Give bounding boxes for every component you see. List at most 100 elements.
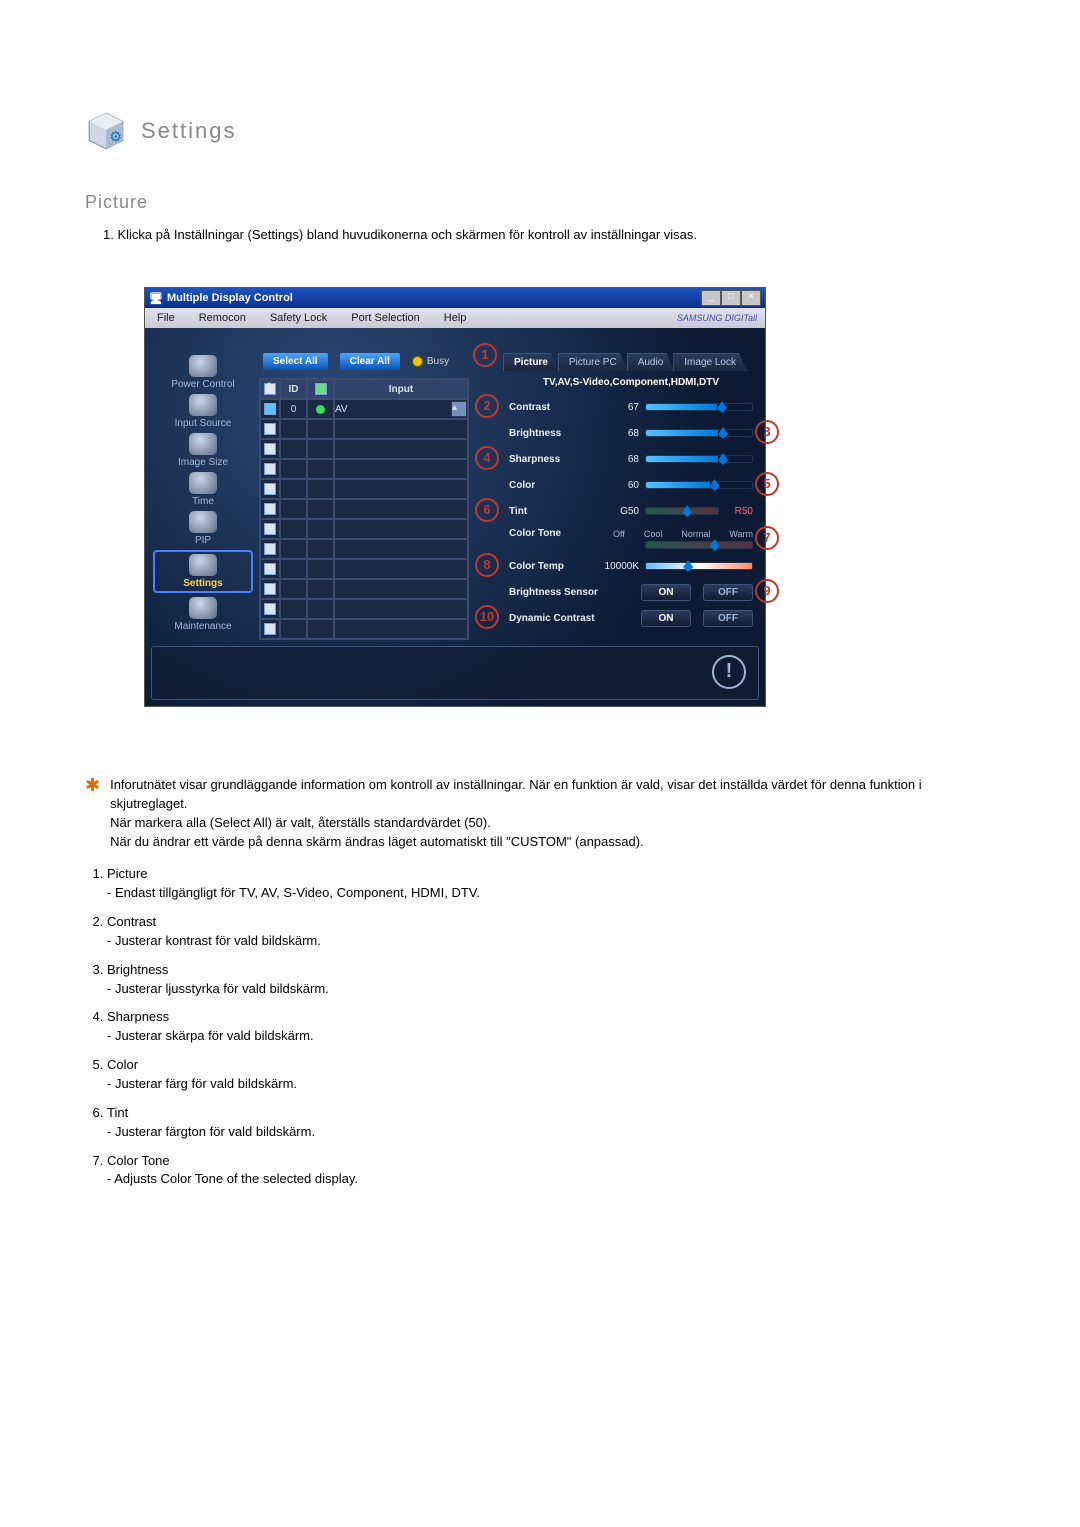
callout-3: 3 [755, 420, 779, 444]
sharpness-slider[interactable] [645, 455, 753, 463]
clear-all-button[interactable]: Clear All [340, 353, 400, 370]
display-grid: ✓ ID Input 0 AV▴ [259, 378, 469, 640]
row-empty-check[interactable] [260, 539, 280, 559]
color-temp-label: Color Temp [509, 561, 595, 572]
app-icon: 🖥 [149, 292, 163, 305]
contrast-value: 67 [595, 402, 645, 413]
tint-slider[interactable] [645, 507, 719, 515]
color-slider[interactable] [645, 481, 753, 489]
sidebar-item-image-size[interactable]: Image Size [155, 433, 251, 468]
tab-picture-pc[interactable]: Picture PC [558, 353, 628, 371]
row-empty-check[interactable] [260, 619, 280, 639]
tab-picture[interactable]: Picture [503, 353, 559, 371]
brightness-value: 68 [595, 428, 645, 439]
color-tone-label: Color Tone [509, 528, 595, 539]
tab-audio[interactable]: Audio [627, 353, 675, 371]
brightness-label: Brightness [509, 428, 595, 439]
callout-9: 9 [755, 579, 779, 603]
row-empty-check[interactable] [260, 459, 280, 479]
picture-settings-pane: 1 Picture Picture PC Audio Image Lock TV… [473, 353, 759, 640]
ref-picture: Picture- Endast tillgängligt för TV, AV,… [107, 865, 995, 903]
sidebar-item-pip[interactable]: PIP [155, 511, 251, 546]
menubar: File Remocon Safety Lock Port Selection … [145, 308, 765, 328]
callout-7: 7 [755, 526, 779, 550]
picture-heading: Picture [85, 192, 995, 213]
contrast-label: Contrast [509, 402, 595, 413]
maximize-button[interactable]: □ [721, 290, 741, 306]
row-empty-check[interactable] [260, 439, 280, 459]
sidebar-item-settings[interactable]: Settings [153, 550, 253, 593]
tone-warm: Warm [729, 529, 753, 539]
sidebar-item-label: PIP [195, 535, 211, 546]
select-all-button[interactable]: Select All [263, 353, 328, 370]
brightness-slider[interactable] [645, 429, 753, 437]
row-empty-check[interactable] [260, 499, 280, 519]
tone-normal: Normal [681, 529, 710, 539]
color-temp-value: 10000K [595, 561, 645, 572]
callout-10: 10 [475, 605, 499, 629]
menu-file[interactable]: File [145, 308, 187, 328]
dynamic-contrast-off[interactable]: OFF [703, 610, 753, 627]
sidebar-item-time[interactable]: Time [155, 472, 251, 507]
tab-image-lock[interactable]: Image Lock [673, 353, 747, 371]
brand-label: SAMSUNG DIGITall [677, 313, 765, 323]
dynamic-contrast-on[interactable]: ON [641, 610, 691, 627]
sidebar-item-maintenance[interactable]: Maintenance [155, 597, 251, 632]
row-empty-check[interactable] [260, 579, 280, 599]
intro-num: 1. [103, 227, 114, 242]
row-input: AV▴ [334, 399, 468, 419]
menu-help[interactable]: Help [432, 308, 479, 328]
scroll-up-icon[interactable]: ▴ [451, 401, 467, 417]
time-icon [189, 472, 217, 494]
menu-safety-lock[interactable]: Safety Lock [258, 308, 339, 328]
brightness-sensor-on[interactable]: ON [641, 584, 691, 601]
app-window: 🖥 Multiple Display Control _ □ × File Re… [145, 288, 765, 706]
display-list-pane: Select All Clear All Busy ✓ ID Input [259, 353, 469, 640]
row-empty-check[interactable] [260, 599, 280, 619]
settings-icon [189, 554, 217, 576]
brightness-sensor-label: Brightness Sensor [509, 587, 629, 598]
callout-4: 4 [475, 446, 499, 470]
window-title: Multiple Display Control [167, 292, 293, 304]
row-empty-check[interactable] [260, 479, 280, 499]
input-icon [189, 394, 217, 416]
sidebar-item-label: Maintenance [174, 621, 231, 632]
sidebar-item-label: Input Source [175, 418, 232, 429]
settings-heading: Settings [141, 118, 237, 144]
settings-cube-icon: ⚙ [85, 110, 127, 152]
signal-types: TV,AV,S-Video,Component,HDMI,DTV [503, 371, 759, 394]
color-label: Color [509, 480, 595, 491]
row-empty-check[interactable] [260, 559, 280, 579]
ref-sharpness: Sharpness- Justerar skärpa för vald bild… [107, 1008, 995, 1046]
col-input: Input [334, 379, 468, 399]
tone-off: Off [613, 529, 625, 539]
color-tone-slider[interactable] [645, 541, 753, 549]
brightness-sensor-off[interactable]: OFF [703, 584, 753, 601]
sidebar-item-power-control[interactable]: Power Control [155, 355, 251, 390]
callout-2: 2 [475, 394, 499, 418]
row-check[interactable] [260, 399, 280, 419]
col-check[interactable]: ✓ [260, 379, 280, 399]
sidebar-item-label: Power Control [171, 379, 234, 390]
menu-port-selection[interactable]: Port Selection [339, 308, 431, 328]
contrast-slider[interactable] [645, 403, 753, 411]
minimize-button[interactable]: _ [701, 290, 721, 306]
sidebar-item-label: Time [192, 496, 214, 507]
menu-remocon[interactable]: Remocon [187, 308, 258, 328]
sidebar-item-input-source[interactable]: Input Source [155, 394, 251, 429]
col-status [307, 379, 334, 399]
row-empty-check[interactable] [260, 519, 280, 539]
color-value: 60 [595, 480, 645, 491]
dynamic-contrast-label: Dynamic Contrast [509, 613, 629, 624]
image-size-icon [189, 433, 217, 455]
close-button[interactable]: × [741, 290, 761, 306]
row-id: 0 [280, 399, 307, 419]
col-id: ID [280, 379, 307, 399]
color-temp-slider[interactable] [645, 562, 753, 570]
callout-6: 6 [475, 498, 499, 522]
row-empty-check[interactable] [260, 419, 280, 439]
busy-dot-icon [412, 356, 423, 367]
callout-8: 8 [475, 553, 499, 577]
reference-list: Picture- Endast tillgängligt för TV, AV,… [85, 865, 995, 1189]
info-icon: ! [712, 655, 746, 689]
